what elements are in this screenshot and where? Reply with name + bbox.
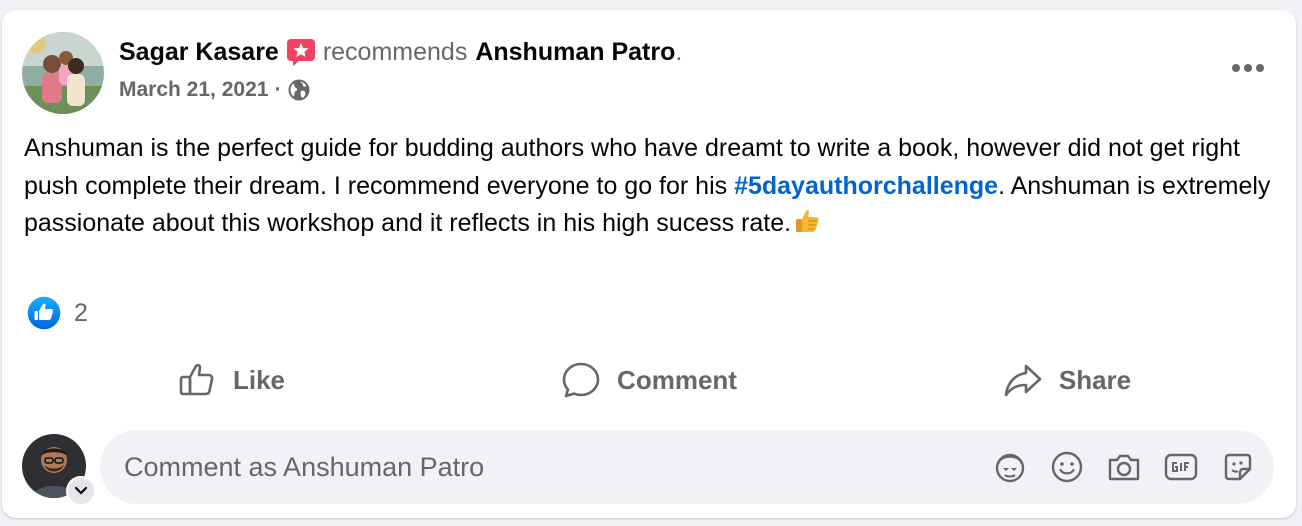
comment-button[interactable]: Comment	[440, 350, 858, 410]
more-options-button[interactable]	[1224, 44, 1272, 92]
post-actions: Like Comment Share	[22, 350, 1276, 410]
account-switch-button[interactable]	[66, 476, 96, 506]
avatar-sticker-icon[interactable]	[990, 447, 1030, 487]
title-period: .	[675, 38, 683, 66]
share-icon	[1004, 364, 1042, 397]
post-body: Anshuman is the perfect guide for buddin…	[24, 130, 1274, 243]
hashtag-link[interactable]: #5dayauthorchallenge	[734, 172, 998, 200]
share-button[interactable]: Share	[858, 350, 1276, 410]
post-card: Sagar Kasare recommends Anshuman Patro .…	[2, 10, 1296, 518]
author-name[interactable]: Sagar Kasare	[119, 36, 279, 68]
post-title-line: Sagar Kasare recommends Anshuman Patro .	[119, 36, 682, 68]
author-avatar[interactable]	[22, 32, 104, 114]
recommend-icon	[285, 36, 317, 68]
like-reaction-icon	[26, 295, 62, 331]
sticker-icon[interactable]	[1218, 447, 1258, 487]
comment-label: Comment	[617, 364, 737, 395]
more-icon	[1232, 64, 1264, 72]
comment-composer	[22, 430, 1274, 508]
page-name[interactable]: Anshuman Patro	[475, 36, 675, 68]
comment-box	[100, 430, 1274, 504]
post-meta: March 21, 2021 ·	[119, 76, 311, 104]
reactions-summary[interactable]: 2	[26, 295, 88, 331]
post-header: Sagar Kasare recommends Anshuman Patro .…	[22, 32, 1276, 116]
post-date[interactable]: March 21, 2021	[119, 76, 268, 104]
comment-icon	[562, 362, 600, 398]
comment-input[interactable]	[100, 436, 973, 498]
chevron-down-icon	[74, 486, 88, 495]
share-label: Share	[1058, 364, 1132, 395]
camera-icon[interactable]	[1104, 447, 1144, 487]
thumbs-up-emoji-icon	[793, 207, 821, 235]
comment-tools	[973, 447, 1258, 487]
meta-separator: ·	[274, 78, 282, 101]
like-button[interactable]: Like	[22, 350, 440, 410]
like-label: Like	[232, 364, 286, 395]
gif-icon[interactable]	[1161, 447, 1201, 487]
reaction-count: 2	[74, 298, 88, 327]
emoji-icon[interactable]	[1047, 447, 1087, 487]
globe-icon[interactable]	[287, 78, 311, 102]
like-icon	[179, 363, 214, 396]
recommends-text: recommends	[322, 38, 468, 66]
